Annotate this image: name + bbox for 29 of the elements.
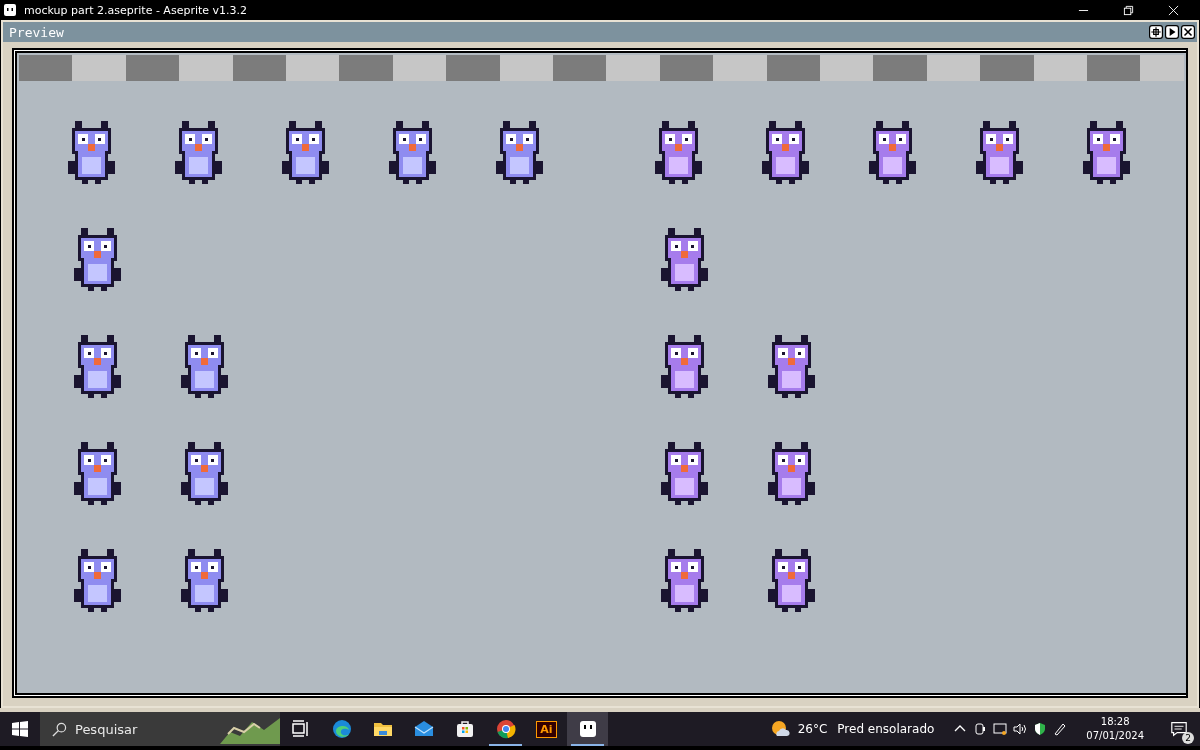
volume-icon[interactable] xyxy=(1013,722,1028,736)
notification-icon[interactable] xyxy=(1170,720,1188,738)
browser-swirl-icon xyxy=(331,719,352,739)
clock-date: 07/01/2024 xyxy=(1086,729,1144,743)
chrome-browser-icon xyxy=(495,719,516,739)
restore-icon[interactable] xyxy=(1123,4,1134,16)
weather-condition: Pred ensolarado xyxy=(837,722,935,736)
mail-icon xyxy=(413,719,434,739)
task-view-icon xyxy=(290,719,311,739)
preview-title: Preview xyxy=(9,24,64,40)
taskbar-app[interactable]: Ai xyxy=(526,712,567,746)
pen-icon[interactable] xyxy=(1053,722,1068,736)
fit-icon[interactable] xyxy=(1149,25,1163,39)
app-icon xyxy=(4,4,16,16)
app-icon xyxy=(577,719,598,739)
window-title: mockup part 2.aseprite - Aseprite v1.3.2 xyxy=(24,3,248,17)
taskbar-app[interactable] xyxy=(567,712,608,746)
notification-count: 2 xyxy=(1182,732,1194,744)
shield-icon[interactable] xyxy=(1033,722,1048,736)
windows-logo-icon[interactable] xyxy=(12,721,28,737)
sun-cloud-icon xyxy=(769,719,790,739)
clock-time: 18:28 xyxy=(1100,715,1130,729)
store-bag-icon xyxy=(454,719,475,739)
illustrator-logo: Ai xyxy=(536,720,557,738)
display-icon[interactable] xyxy=(993,722,1008,736)
play-icon[interactable] xyxy=(1165,25,1179,39)
temperature: 26°C xyxy=(797,722,828,736)
close-icon[interactable] xyxy=(1181,25,1195,39)
camera-icon[interactable] xyxy=(973,722,988,736)
